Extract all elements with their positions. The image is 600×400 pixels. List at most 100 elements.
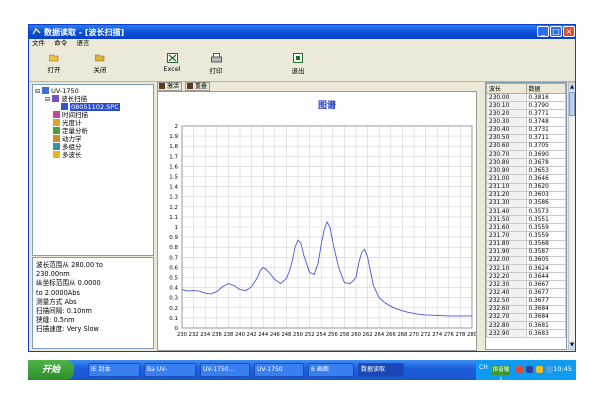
menu-command[interactable]: 命令 [54,39,67,48]
column-header-data[interactable]: 数据 [525,83,566,94]
value-cell[interactable]: 0.3568 [525,239,566,249]
table-row[interactable]: 232.40 0.3677 [486,288,566,298]
table-row[interactable]: 230.30 0.3748 [486,117,566,127]
wavelength-cell[interactable]: 230.40 [486,125,527,135]
wavelength-cell[interactable]: 232.40 [486,288,527,298]
table-row[interactable]: 231.50 0.3551 [486,215,566,225]
wavelength-cell[interactable]: 232.90 [486,329,527,339]
wavelength-cell[interactable]: 230.20 [486,109,527,119]
value-cell[interactable]: 0.3559 [525,231,566,241]
tree-item-quantitative[interactable]: 定量分析 [53,127,88,135]
table-row[interactable]: 232.50 0.3677 [486,296,566,306]
table-row[interactable]: 230.90 0.3653 [486,166,566,176]
close-button[interactable]: × [563,26,575,37]
value-cell[interactable]: 0.3644 [525,272,566,282]
wavelength-cell[interactable]: 230.60 [486,141,527,151]
tree-item-multiwavelength[interactable]: 多波长 [53,151,82,159]
wavelength-cell[interactable]: 230.80 [486,158,527,168]
start-button[interactable]: 开始 [28,360,74,380]
table-row[interactable]: 231.60 0.3559 [486,223,566,233]
value-cell[interactable]: 0.3684 [525,312,566,322]
table-row[interactable]: 231.20 0.3603 [486,190,566,200]
value-cell[interactable]: 0.3667 [525,280,566,290]
tree-item-multicomponent[interactable]: 多组分 [53,143,82,151]
value-cell[interactable]: 0.3620 [525,182,566,192]
wavelength-cell[interactable]: 232.70 [486,312,527,322]
scroll-down-icon[interactable]: ▼ [569,341,575,349]
wavelength-cell[interactable]: 231.30 [486,198,527,208]
value-cell[interactable]: 0.3559 [525,223,566,233]
value-cell[interactable]: 0.3684 [525,304,566,314]
wavelength-cell[interactable]: 230.10 [486,101,527,111]
value-cell[interactable]: 0.3653 [525,166,566,176]
wavelength-cell[interactable]: 232.80 [486,320,527,331]
exit-button[interactable]: 退出 [281,53,315,75]
table-row[interactable]: 230.20 0.3771 [486,109,566,119]
table-row[interactable]: 230.00 0.3816 [486,92,566,103]
table-row[interactable]: 230.50 0.3711 [486,133,566,143]
wavelength-cell[interactable]: 230.30 [486,117,527,127]
value-cell[interactable]: 0.3690 [525,149,566,160]
tray-app-icon[interactable] [526,366,533,373]
value-cell[interactable]: 0.3586 [525,198,566,208]
value-cell[interactable]: 0.3816 [525,92,566,103]
value-cell[interactable]: 0.3790 [525,101,566,111]
value-cell[interactable]: 0.3748 [525,117,566,127]
tray-app-icon[interactable] [516,366,523,373]
open-button[interactable]: 打开 [37,53,71,74]
tree-item-kinetics[interactable]: 动力学 [53,135,82,143]
value-cell[interactable]: 0.3624 [525,263,566,274]
menu-language[interactable]: 语言 [76,39,89,48]
table-row[interactable]: 232.20 0.3644 [486,272,566,282]
wavelength-cell[interactable]: 232.10 [486,263,527,274]
column-header-wavelength[interactable]: 波长 [486,83,527,94]
menu-file[interactable]: 文件 [32,39,45,48]
wavelength-cell[interactable]: 231.20 [486,190,527,200]
table-row[interactable]: 231.90 0.3587 [486,247,566,257]
value-cell[interactable]: 0.3646 [525,174,566,184]
taskbar-item[interactable]: IE 封本 [88,363,140,377]
table-row[interactable]: 230.10 0.3790 [486,101,566,111]
wavelength-cell[interactable]: 230.70 [486,149,527,160]
scroll-up-icon[interactable]: ▲ [569,83,575,91]
table-row[interactable]: 231.30 0.3586 [486,198,566,208]
table-row[interactable]: 231.80 0.3568 [486,239,566,249]
tray-app-icon[interactable] [536,366,543,373]
title-bar[interactable]: 数据读取 - [波长扫描] _ □ × [29,25,575,39]
wavelength-cell[interactable]: 231.90 [486,247,527,257]
value-cell[interactable]: 0.3573 [525,206,566,217]
ime-indicator[interactable]: 拼音输入 [492,365,510,383]
table-vertical-scrollbar[interactable]: ▲ ▼ [568,82,575,350]
value-cell[interactable]: 0.3605 [525,255,566,265]
value-cell[interactable]: 0.3587 [525,247,566,257]
table-horizontal-scrollbar[interactable] [485,350,567,351]
table-row[interactable]: 230.80 0.3678 [486,158,566,168]
value-cell[interactable]: 0.3681 [525,320,566,331]
spectrum-chart[interactable]: 图谱00.10.20.30.40.50.60.70.80.911.11.21.3… [158,92,477,350]
value-cell[interactable]: 0.3677 [525,288,566,298]
wavelength-cell[interactable]: 231.00 [486,174,527,184]
scroll-thumb[interactable] [569,92,575,116]
close-file-button[interactable]: 关闭 [83,53,117,74]
taskbar-item[interactable]: UV-1750... [200,363,250,377]
table-row[interactable]: 232.00 0.3605 [486,255,566,265]
taskbar-item[interactable]: UV-1750 [254,363,304,377]
tab-overlay[interactable]: 重叠 [185,82,211,91]
tree-item-time-scan[interactable]: 时间扫描 [53,111,88,119]
maximize-button[interactable]: □ [550,26,562,37]
tree-item-file[interactable]: 08051102.SPC [61,103,120,111]
wavelength-cell[interactable]: 230.90 [486,166,527,176]
wavelength-cell[interactable]: 231.40 [486,206,527,217]
value-cell[interactable]: 0.3551 [525,215,566,225]
value-cell[interactable]: 0.3677 [525,296,566,306]
taskbar-item[interactable]: 6 画图 [308,363,354,377]
wavelength-cell[interactable]: 231.10 [486,182,527,192]
table-row[interactable]: 231.70 0.3559 [486,231,566,241]
wavelength-cell[interactable]: 232.00 [486,255,527,265]
wavelength-cell[interactable]: 231.50 [486,215,527,225]
value-cell[interactable]: 0.3731 [525,125,566,135]
taskbar-item-active[interactable]: 数据读取 [358,363,404,377]
table-row[interactable]: 232.80 0.3681 [486,320,566,331]
table-row[interactable]: 230.60 0.3705 [486,141,566,151]
value-cell[interactable]: 0.3683 [525,329,566,339]
